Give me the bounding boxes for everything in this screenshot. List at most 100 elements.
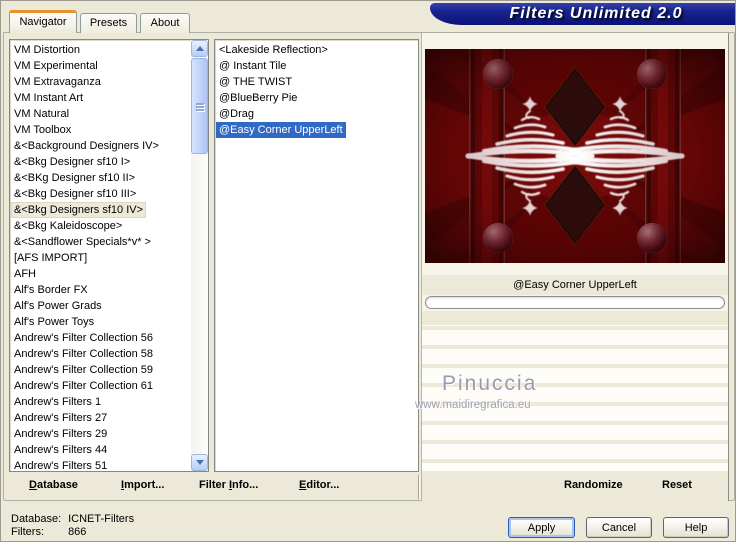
category-list[interactable]: VM Distortion VM Experimental VM Extrava… xyxy=(9,39,209,472)
database-button[interactable]: Database xyxy=(29,479,78,491)
title-banner: Filters Unlimited 2.0 xyxy=(430,3,735,25)
category-list-item-label: VM Experimental xyxy=(14,60,98,72)
category-list-item[interactable]: AFH xyxy=(11,266,190,282)
editor-button[interactable]: Editor... xyxy=(299,479,339,491)
category-list-item[interactable]: VM Natural xyxy=(11,106,190,122)
status-filters-label: Filters: xyxy=(11,526,44,538)
category-list-item[interactable]: &<Bkg Designer sf10 III> xyxy=(11,186,190,202)
category-list-item-label: &<BKg Designer sf10 II> xyxy=(14,172,136,184)
category-list-item[interactable]: Andrew's Filters 51 xyxy=(11,458,190,472)
randomize-button[interactable]: Randomize xyxy=(564,479,623,491)
cancel-button[interactable]: Cancel xyxy=(586,517,652,538)
category-list-item[interactable]: VM Toolbox xyxy=(11,122,190,138)
category-list-item[interactable]: &<Bkg Designer sf10 I> xyxy=(11,154,190,170)
category-list-item[interactable]: &<BKg Designer sf10 II> xyxy=(11,170,190,186)
filters-unlimited-dialog: Filters Unlimited 2.0 Navigator Presets … xyxy=(0,0,736,542)
filter-list-item[interactable]: <Lakeside Reflection> xyxy=(216,42,416,58)
category-list-item-label: Andrew's Filters 1 xyxy=(14,396,102,408)
category-list-item[interactable]: Andrew's Filters 44 xyxy=(11,442,190,458)
tab-presets[interactable]: Presets xyxy=(80,13,137,33)
category-list-item-label: VM Natural xyxy=(14,108,70,120)
filter-list-item[interactable]: @Easy Corner UpperLeft xyxy=(216,122,416,138)
filter-list-item-label: @Drag xyxy=(219,108,255,120)
category-list-item-label: VM Instant Art xyxy=(14,92,84,104)
category-list-scrollbar[interactable] xyxy=(191,40,208,471)
toolbar-divider xyxy=(418,475,420,499)
scroll-up-button[interactable] xyxy=(191,40,208,57)
category-list-item[interactable]: VM Distortion xyxy=(11,42,190,58)
preview-panel: @Easy Corner UpperLeft xyxy=(421,33,729,501)
reset-button-label: Reset xyxy=(662,479,692,491)
category-list-item[interactable]: &<Background Designers IV> xyxy=(11,138,190,154)
category-list-item[interactable]: VM Instant Art xyxy=(11,90,190,106)
filter-list[interactable]: <Lakeside Reflection> @ Instant Tile @ T… xyxy=(214,39,419,472)
category-list-item[interactable]: Andrew's Filter Collection 56 xyxy=(11,330,190,346)
status-filters-value: 866 xyxy=(68,526,87,538)
watermark-name: Pinuccia xyxy=(442,372,538,395)
filter-list-item[interactable]: @BlueBerry Pie xyxy=(216,90,416,106)
category-list-item-label: VM Distortion xyxy=(14,44,81,56)
category-list-item-label: VM Toolbox xyxy=(14,124,72,136)
scroll-down-icon xyxy=(195,460,204,465)
status-database-value: ICNET-Filters xyxy=(68,513,135,525)
category-list-item[interactable]: Andrew's Filters 1 xyxy=(11,394,190,410)
category-list-item[interactable]: Andrew's Filters 27 xyxy=(11,410,190,426)
category-list-item[interactable]: Andrew's Filter Collection 61 xyxy=(11,378,190,394)
tab-presets-label: Presets xyxy=(89,17,128,29)
tab-about[interactable]: About xyxy=(140,13,190,33)
category-list-item[interactable]: Andrew's Filter Collection 58 xyxy=(11,346,190,362)
app-title: Filters Unlimited 2.0 xyxy=(509,5,683,22)
tab-navigator[interactable]: Navigator xyxy=(9,10,77,33)
apply-button[interactable]: Apply xyxy=(508,517,575,538)
filter-list-item-label: @Easy Corner UpperLeft xyxy=(216,122,346,138)
category-list-item-label: Alf's Border FX xyxy=(14,284,88,296)
filter-list-item[interactable]: @ THE TWIST xyxy=(216,74,416,90)
filter-list-item[interactable]: @Drag xyxy=(216,106,416,122)
reset-button[interactable]: Reset xyxy=(662,479,692,491)
filter-preview-image xyxy=(425,49,725,263)
help-button[interactable]: Help xyxy=(663,517,729,538)
filter-list-item[interactable]: @ Instant Tile xyxy=(216,58,416,74)
watermark-site: www.maidiregrafica.eu xyxy=(415,399,531,411)
category-list-item[interactable]: [AFS IMPORT] xyxy=(11,250,190,266)
import-button[interactable]: Import... xyxy=(121,479,164,491)
category-list-item[interactable]: VM Extravaganza xyxy=(11,74,190,90)
category-list-item[interactable]: Alf's Power Toys xyxy=(11,314,190,330)
category-list-item[interactable]: Andrew's Filter Collection 59 xyxy=(11,362,190,378)
selected-filter-caption-row: @Easy Corner UpperLeft xyxy=(422,275,728,295)
category-list-item-label: Andrew's Filter Collection 58 xyxy=(14,348,154,360)
category-list-item[interactable]: &<Sandflower Specials*v* > xyxy=(11,234,190,250)
category-list-item-label: &<Bkg Designer sf10 III> xyxy=(14,188,137,200)
category-list-item[interactable]: Andrew's Filters 29 xyxy=(11,426,190,442)
parameter-slider[interactable] xyxy=(425,296,725,309)
import-button-label: mport... xyxy=(124,479,165,491)
category-list-item[interactable]: Alf's Border FX xyxy=(11,282,190,298)
category-list-item[interactable]: Alf's Power Grads xyxy=(11,298,190,314)
tab-about-label: About xyxy=(150,17,180,29)
filter-info-button[interactable]: Filter Info... xyxy=(199,479,258,491)
filter-info-button-label: nfo... xyxy=(232,479,259,491)
status-filters: Filters: 866 xyxy=(11,526,86,538)
category-list-item-label: [AFS IMPORT] xyxy=(14,252,88,264)
category-list-item-label: Alf's Power Grads xyxy=(14,300,102,312)
category-list-item-label: Alf's Power Toys xyxy=(14,316,95,328)
filter-list-item-label: <Lakeside Reflection> xyxy=(219,44,328,56)
status-database-label: Database: xyxy=(11,513,62,525)
category-list-item-label: Andrew's Filters 29 xyxy=(14,428,108,440)
scroll-up-icon xyxy=(195,46,204,51)
scrollbar-thumb[interactable] xyxy=(191,58,208,154)
randomize-button-label: Randomize xyxy=(564,479,623,491)
tab-navigator-label: Navigator xyxy=(19,16,67,28)
category-list-item[interactable]: &<Bkg Kaleidoscope> xyxy=(11,218,190,234)
scrollbar-grip-icon xyxy=(196,103,204,105)
category-list-item-label: AFH xyxy=(14,268,36,280)
category-list-item-label: Andrew's Filters 51 xyxy=(14,460,108,472)
database-button-key: D xyxy=(29,479,37,491)
selected-filter-caption: @Easy Corner UpperLeft xyxy=(513,279,637,291)
category-list-item-label: Andrew's Filter Collection 56 xyxy=(14,332,154,344)
category-list-item[interactable]: &<Bkg Designers sf10 IV> xyxy=(11,202,190,218)
category-list-item[interactable]: VM Experimental xyxy=(11,58,190,74)
scroll-down-button[interactable] xyxy=(191,454,208,471)
database-button-label: atabase xyxy=(36,479,78,491)
category-list-item-label: &<Bkg Designers sf10 IV> xyxy=(11,202,147,218)
